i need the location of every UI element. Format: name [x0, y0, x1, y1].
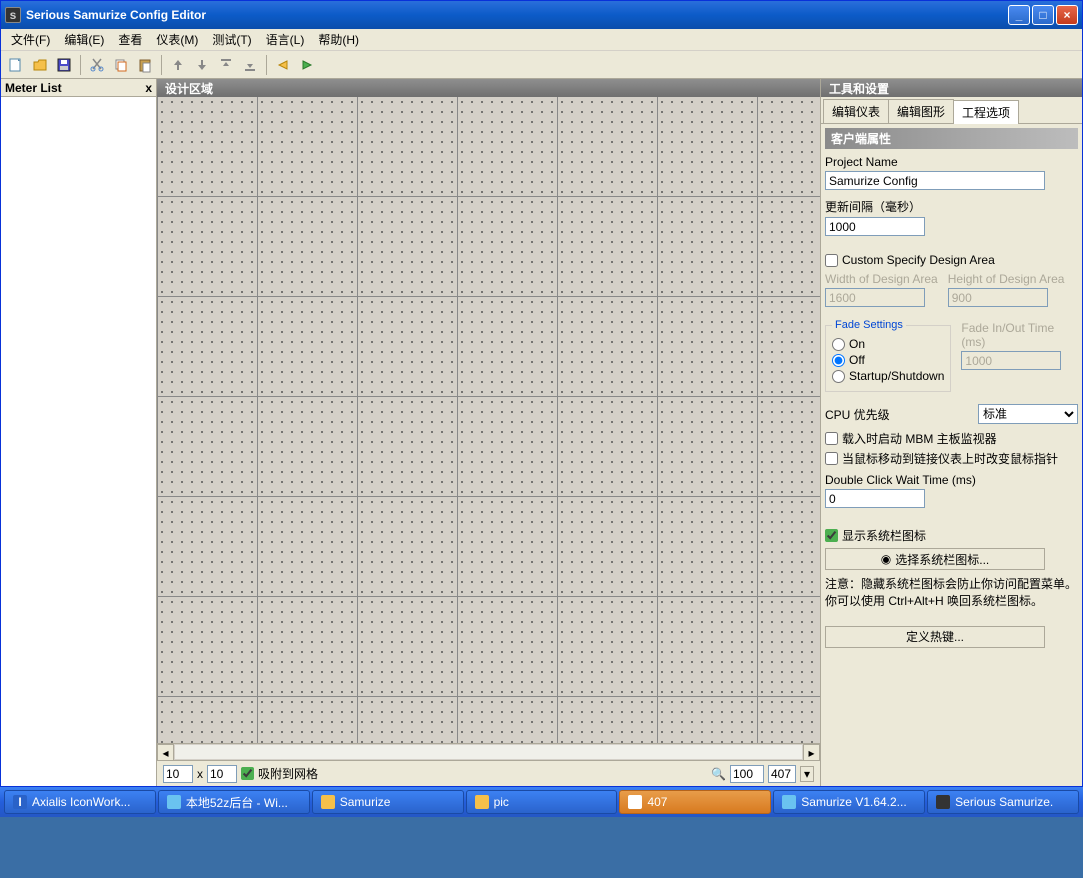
cpu-priority-select[interactable]: 标准	[978, 404, 1078, 424]
tray-note: 注意：隐藏系统栏图标会防止你访问配置菜单。你可以使用 Ctrl+Alt+H 唤回…	[825, 576, 1078, 610]
cpu-priority-label: CPU 优先级	[825, 406, 968, 423]
snap-to-grid-checkbox[interactable]: 吸附到网格	[241, 765, 318, 782]
fade-time-input	[961, 351, 1061, 370]
fade-off-radio[interactable]: Off	[832, 353, 944, 367]
paste-icon[interactable]	[134, 54, 156, 76]
menubar: 文件(F) 编辑(E) 查看 仪表(M) 测试(T) 语言(L) 帮助(H)	[1, 29, 1082, 51]
zoom-input-2[interactable]	[768, 765, 796, 783]
taskbar: IAxialis IconWork... 本地52z后台 - Wi... Sam…	[0, 787, 1083, 817]
client-props-header: 客户端属性	[825, 128, 1078, 149]
menu-help[interactable]: 帮助(H)	[312, 29, 365, 50]
menu-view[interactable]: 查看	[112, 29, 148, 50]
meter-list-panel: Meter List x	[1, 79, 157, 786]
app-icon: s	[5, 7, 21, 23]
menu-language[interactable]: 语言(L)	[260, 29, 311, 50]
fade-on-radio[interactable]: On	[832, 337, 944, 351]
menu-file[interactable]: 文件(F)	[5, 29, 56, 50]
taskbar-item-samurize-folder[interactable]: Samurize	[312, 790, 464, 814]
meter-list-title: Meter List	[5, 81, 62, 95]
zoom-input[interactable]	[730, 765, 764, 783]
height-input	[948, 288, 1048, 307]
taskbar-item-52z[interactable]: 本地52z后台 - Wi...	[158, 790, 310, 814]
open-icon[interactable]	[29, 54, 51, 76]
copy-icon[interactable]	[110, 54, 132, 76]
fade-time-label: Fade In/Out Time (ms)	[961, 321, 1078, 349]
interval-input[interactable]	[825, 217, 925, 236]
save-icon[interactable]	[53, 54, 75, 76]
mbm-checkbox[interactable]: 载入时启动 MBM 主板监视器	[825, 430, 1078, 447]
horizontal-scrollbar[interactable]: ◂ ▸	[157, 743, 820, 760]
panel-close-icon[interactable]: x	[145, 81, 152, 95]
scroll-left-icon[interactable]: ◂	[157, 744, 174, 761]
back-icon[interactable]	[272, 54, 294, 76]
design-area-title: 设计区域	[157, 79, 820, 97]
height-label: Height of Design Area	[948, 272, 1065, 286]
cursor-checkbox[interactable]: 当鼠标移动到链接仪表上时改变鼠标指针	[825, 450, 1078, 467]
new-icon[interactable]	[5, 54, 27, 76]
grid-x-label: x	[197, 767, 203, 781]
tools-panel-title: 工具和设置	[821, 79, 1082, 97]
close-button[interactable]: ×	[1056, 5, 1078, 25]
menu-meter[interactable]: 仪表(M)	[150, 29, 204, 50]
show-tray-checkbox[interactable]: 显示系统栏图标	[825, 527, 1078, 544]
cut-icon[interactable]	[86, 54, 108, 76]
design-canvas[interactable]	[157, 97, 820, 743]
meter-list[interactable]	[1, 97, 156, 786]
grid-height-input[interactable]	[207, 765, 237, 783]
align-down-icon[interactable]	[191, 54, 213, 76]
toolbar	[1, 51, 1082, 79]
choose-tray-icon-button[interactable]: ◉ 选择系统栏图标...	[825, 548, 1045, 570]
grid-width-input[interactable]	[163, 765, 193, 783]
taskbar-item-407[interactable]: 407	[619, 790, 771, 814]
interval-label: 更新间隔（毫秒）	[825, 198, 1078, 215]
align-up-icon[interactable]	[167, 54, 189, 76]
tab-project-options[interactable]: 工程选项	[953, 100, 1019, 124]
width-label: Width of Design Area	[825, 272, 938, 286]
status-bar: x 吸附到网格 🔍 ▾	[157, 760, 820, 786]
menu-edit[interactable]: 编辑(E)	[58, 29, 110, 50]
width-input	[825, 288, 925, 307]
taskbar-item-serious[interactable]: Serious Samurize.	[927, 790, 1079, 814]
align-top-icon[interactable]	[215, 54, 237, 76]
define-hotkeys-button[interactable]: 定义热键...	[825, 626, 1045, 648]
maximize-button[interactable]: □	[1032, 5, 1054, 25]
dblclick-input[interactable]	[825, 489, 925, 508]
zoom-icon[interactable]: 🔍	[711, 767, 726, 781]
project-name-label: Project Name	[825, 155, 1078, 169]
taskbar-item-pic[interactable]: pic	[466, 790, 618, 814]
tray-icon: ◉	[881, 552, 891, 566]
canvas-scroll[interactable]	[157, 97, 820, 743]
project-name-input[interactable]	[825, 171, 1045, 190]
taskbar-item-samurize-ver[interactable]: Samurize V1.64.2...	[773, 790, 925, 814]
align-bottom-icon[interactable]	[239, 54, 261, 76]
tools-panel: 工具和设置 编辑仪表 编辑图形 工程选项 客户端属性 Project Name …	[820, 79, 1082, 786]
tab-edit-graphic[interactable]: 编辑图形	[888, 99, 954, 123]
fade-legend: Fade Settings	[832, 319, 906, 331]
scroll-right-icon[interactable]: ▸	[803, 744, 820, 761]
titlebar: s Serious Samurize Config Editor _ □ ×	[1, 1, 1082, 29]
app-window: s Serious Samurize Config Editor _ □ × 文…	[0, 0, 1083, 787]
forward-icon[interactable]	[296, 54, 318, 76]
menu-test[interactable]: 测试(T)	[206, 29, 257, 50]
window-title: Serious Samurize Config Editor	[26, 8, 1008, 22]
minimize-button[interactable]: _	[1008, 5, 1030, 25]
fade-startup-radio[interactable]: Startup/Shutdown	[832, 369, 944, 383]
dropdown-icon[interactable]: ▾	[800, 766, 814, 782]
tab-edit-meter[interactable]: 编辑仪表	[823, 99, 889, 123]
custom-area-checkbox[interactable]: Custom Specify Design Area	[825, 253, 1078, 267]
taskbar-item-axialis[interactable]: IAxialis IconWork...	[4, 790, 156, 814]
dblclick-label: Double Click Wait Time (ms)	[825, 473, 1078, 487]
